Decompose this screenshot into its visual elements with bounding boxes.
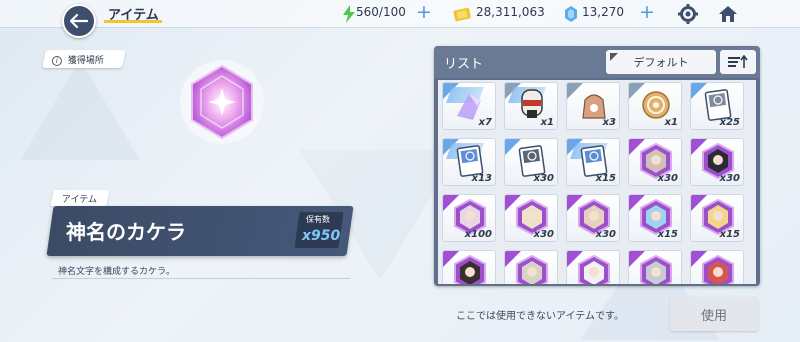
item-quantity: x15	[595, 173, 616, 184]
description-divider	[52, 278, 350, 279]
item-slot[interactable]	[504, 250, 558, 284]
acquisition-source-label: 獲得場所	[68, 55, 105, 66]
coin-icon	[451, 4, 473, 24]
item-slot[interactable]: x30	[504, 194, 558, 242]
item-slot[interactable]: x15	[690, 194, 744, 242]
item-quantity: x30	[657, 173, 678, 184]
item-slot[interactable]: x30	[566, 194, 620, 242]
back-button[interactable]	[62, 4, 96, 38]
item-slot[interactable]: x30	[504, 138, 558, 186]
item-quantity: x100	[464, 229, 492, 240]
character-shard-icon	[454, 254, 486, 284]
item-quantity: x15	[719, 229, 740, 240]
character-shard-icon	[640, 254, 672, 284]
item-slot[interactable]: x1	[628, 82, 682, 130]
item-quantity: x30	[719, 173, 740, 184]
gear-icon	[678, 4, 698, 24]
item-slot[interactable]: x25	[690, 82, 744, 130]
item-slot[interactable]: x15	[628, 194, 682, 242]
info-icon: i	[52, 55, 62, 66]
item-quantity: x1	[664, 117, 678, 128]
item-quantity: x15	[657, 229, 678, 240]
character-shard-icon	[702, 254, 734, 284]
item-slot[interactable]: x30	[628, 138, 682, 186]
settings-button[interactable]	[677, 4, 699, 24]
item-grid: x7 x1 x3 x1 x25 x13 x30 x15 x30 x30 x100 x30 x30 x15 x…	[438, 80, 756, 284]
sort-dropdown[interactable]: デフォルト	[606, 50, 716, 74]
item-slot[interactable]: x30	[690, 138, 744, 186]
item-slot[interactable]: x3	[566, 82, 620, 130]
gem-value: 13,270	[582, 5, 624, 19]
home-icon	[719, 6, 737, 22]
arrow-left-icon	[70, 14, 88, 28]
item-quantity: x3	[602, 117, 616, 128]
item-slot[interactable]	[628, 250, 682, 284]
item-slot[interactable]	[566, 250, 620, 284]
coin-value: 28,311,063	[476, 5, 545, 19]
item-quantity: x1	[540, 117, 554, 128]
item-slot[interactable]: x1	[504, 82, 558, 130]
owned-count-value: x950	[302, 228, 341, 244]
add-gem-button[interactable]: +	[639, 3, 655, 22]
stamina-value: 560/100	[356, 5, 406, 19]
gem-icon	[560, 4, 582, 24]
filter-corner-icon	[610, 53, 618, 61]
use-button-label: 使用	[700, 308, 727, 324]
sort-order-icon	[728, 55, 748, 68]
use-button[interactable]: 使用	[670, 297, 758, 331]
acquisition-source-button[interactable]: i 獲得場所	[42, 50, 126, 68]
item-slot[interactable]	[442, 250, 496, 284]
item-quantity: x30	[533, 173, 554, 184]
item-quantity: x30	[595, 229, 616, 240]
item-category-label: アイテム	[62, 194, 98, 205]
add-stamina-button[interactable]: +	[416, 3, 432, 22]
sort-order-button[interactable]	[720, 50, 756, 74]
item-slot[interactable]	[690, 250, 744, 284]
unusable-message: ここでは使用できないアイテムです。	[456, 311, 624, 322]
item-slot[interactable]: x100	[442, 194, 496, 242]
bg-decoration	[20, 60, 140, 160]
item-slot[interactable]: x15	[566, 138, 620, 186]
item-quantity: x25	[719, 117, 740, 128]
item-list-title: リスト	[444, 57, 484, 72]
item-quantity: x30	[533, 229, 554, 240]
title-underline	[104, 20, 162, 23]
item-slot[interactable]: x13	[442, 138, 496, 186]
item-crystal-icon	[180, 60, 264, 144]
item-category-tag: アイテム	[50, 190, 110, 206]
item-quantity: x13	[471, 173, 492, 184]
item-slot[interactable]: x7	[442, 82, 496, 130]
character-shard-icon	[578, 254, 610, 284]
item-name: 神名のカケラ	[66, 220, 186, 244]
item-quantity: x7	[478, 117, 492, 128]
sort-label: デフォルト	[633, 56, 689, 69]
item-description: 神名文字を構成するカケラ。	[58, 267, 175, 277]
owned-count-label: 保有数	[306, 215, 330, 224]
home-button[interactable]	[717, 4, 739, 24]
character-shard-icon	[516, 254, 548, 284]
